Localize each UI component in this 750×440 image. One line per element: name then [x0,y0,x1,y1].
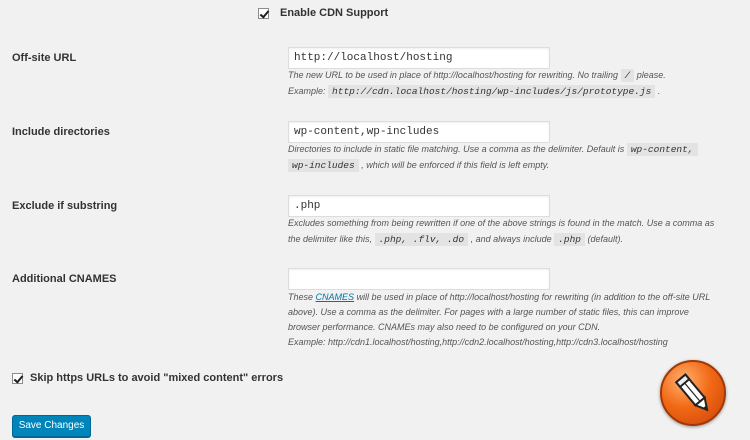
offsite-url-label: Off-site URL [12,52,77,64]
cnames-label: Additional CNAMES [12,273,117,285]
skip-https-checkbox[interactable] [12,373,24,384]
offsite-url-description: The new URL to be used in place of http:… [288,69,666,98]
exclude-substring-label: Exclude if substring [12,200,118,212]
checkmark-icon [13,373,24,384]
checkmark-icon [259,8,270,19]
exclude-substring-description: Excludes something from being rewritten … [288,218,715,246]
cnames-link[interactable]: CNAMES [316,292,355,302]
cnames-input[interactable] [288,268,550,290]
enable-cdn-label: Enable CDN Support [280,7,389,19]
cnames-description: These CNAMES will be used in place of ht… [288,292,711,347]
save-changes-button[interactable]: Save Changes [12,415,91,437]
include-dirs-label: Include directories [12,126,110,138]
include-dirs-input[interactable]: wp-content,wp-includes [288,121,550,143]
exclude-substring-input[interactable]: .php [288,195,550,217]
offsite-url-input[interactable]: http://localhost/hosting [288,47,550,69]
enable-cdn-checkbox[interactable] [258,8,270,19]
include-dirs-description: Directories to include in static file ma… [288,142,738,173]
pencil-logo-icon [660,360,726,426]
skip-https-label: Skip https URLs to avoid "mixed content"… [30,372,284,384]
